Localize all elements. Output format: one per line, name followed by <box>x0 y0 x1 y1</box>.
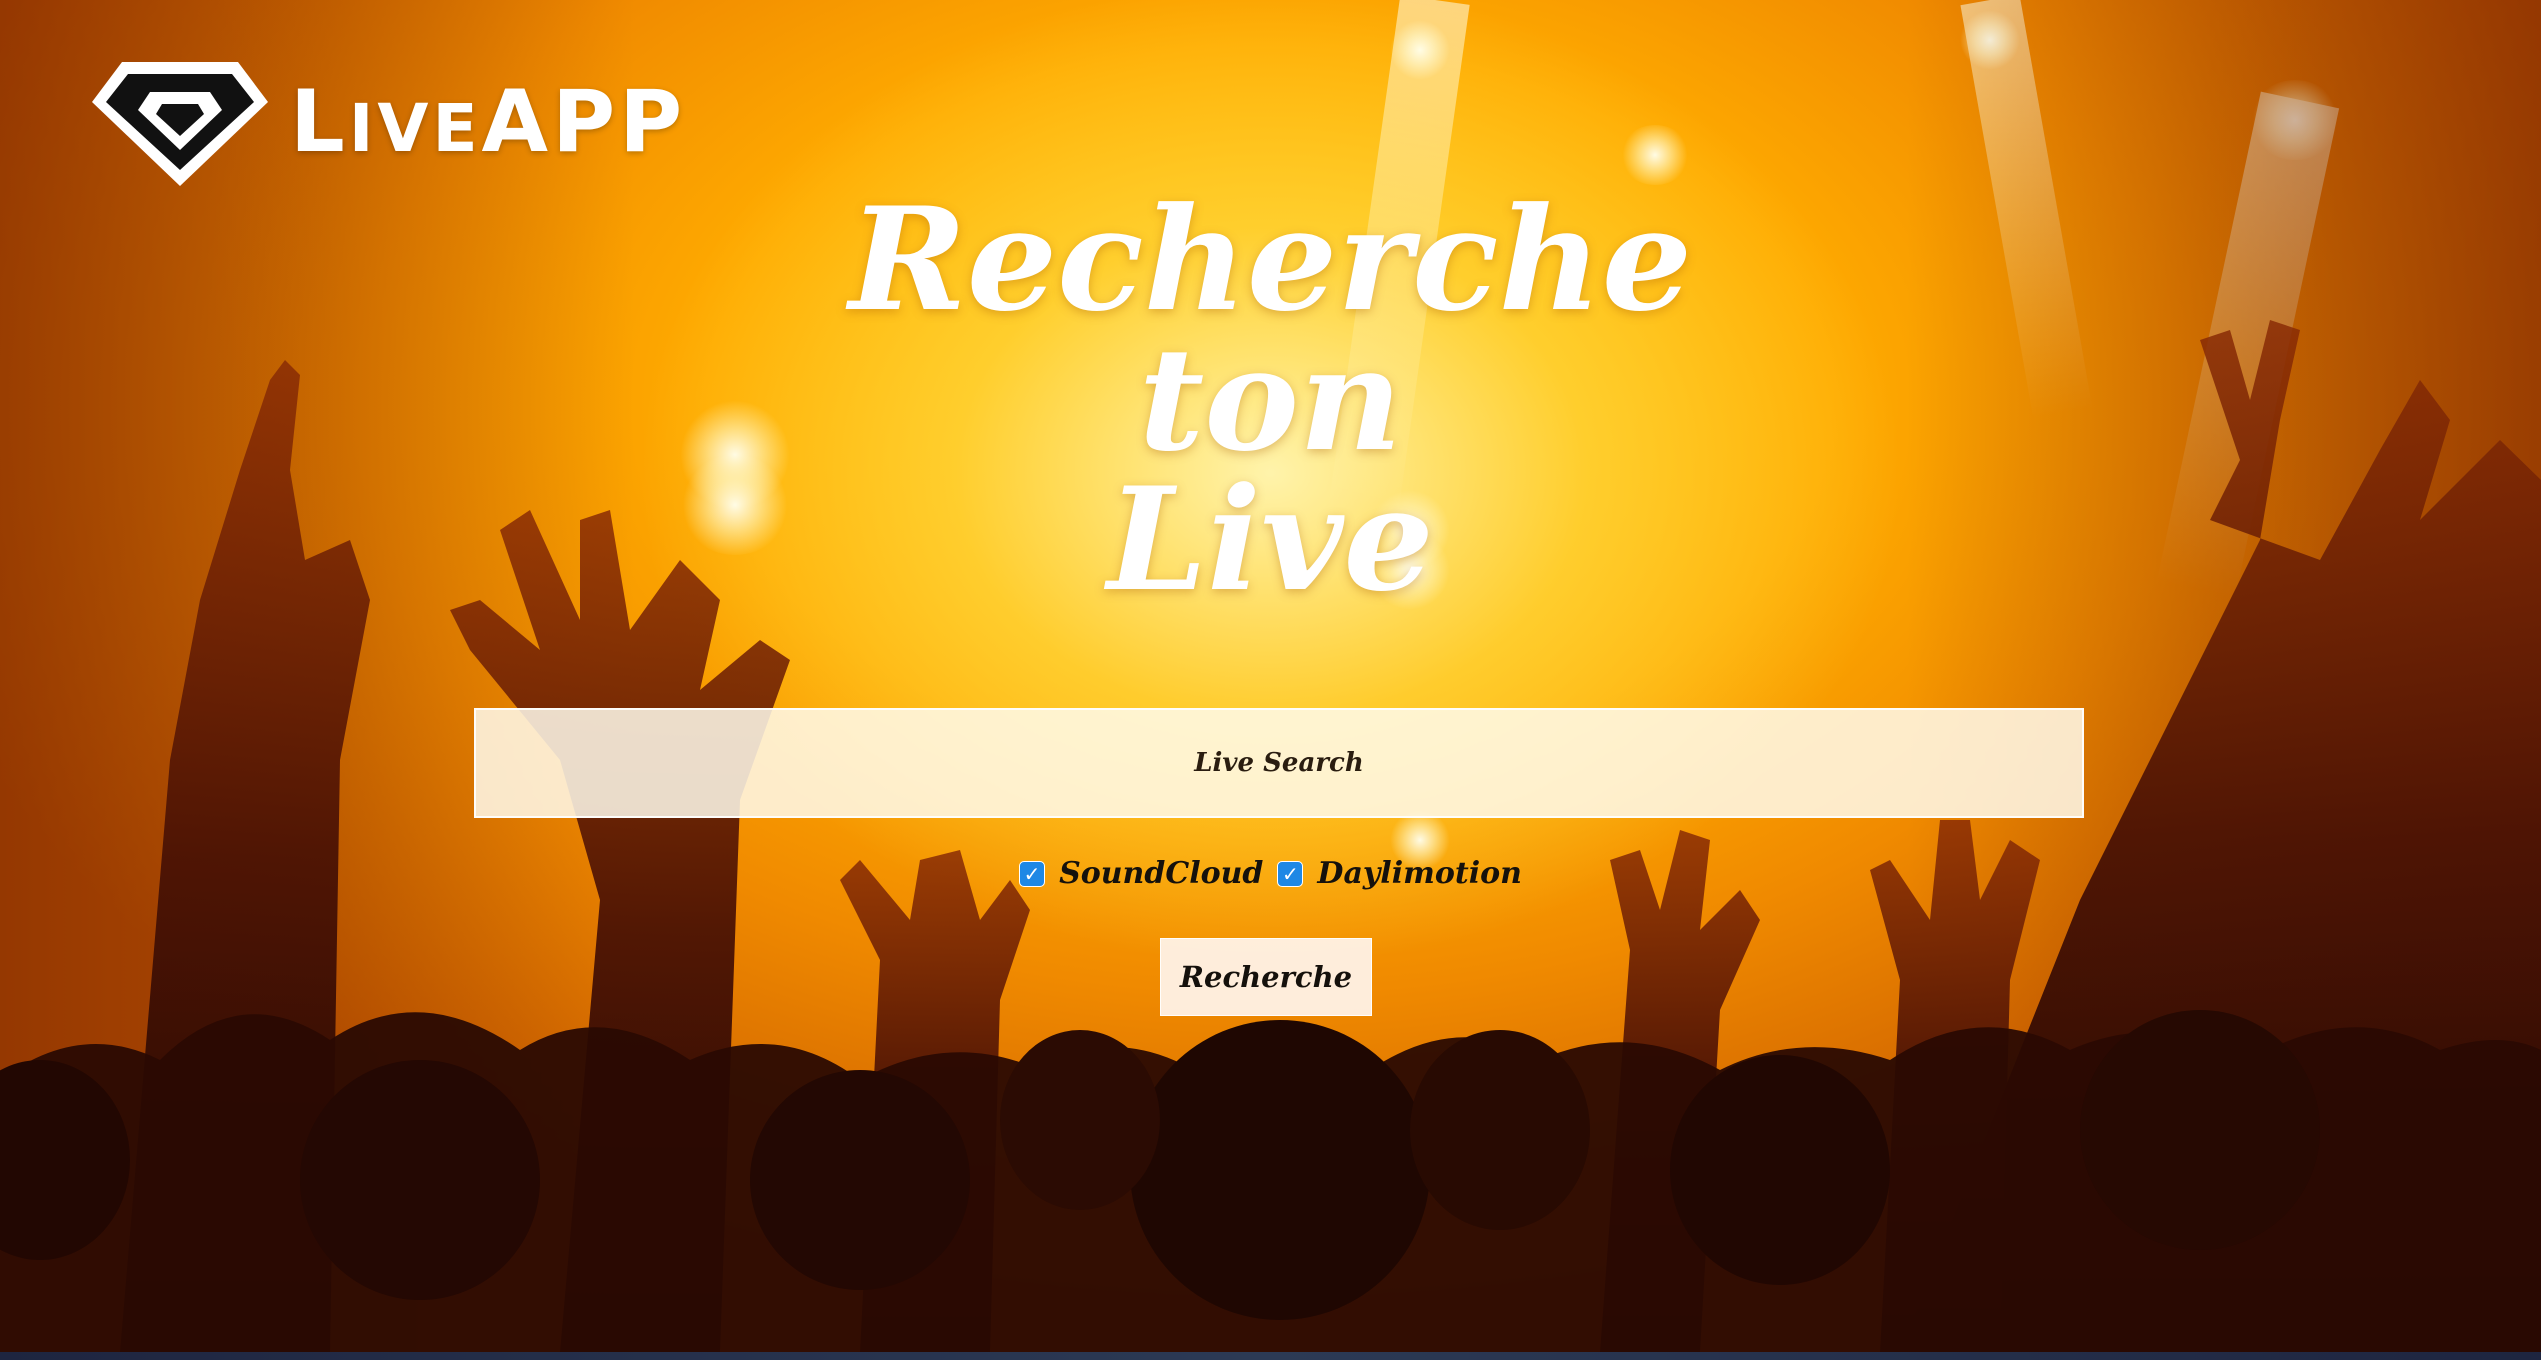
diamond-logo-icon <box>92 62 268 186</box>
dailymotion-label: Daylimotion <box>1317 856 1522 891</box>
source-soundcloud[interactable]: ✓ SoundCloud <box>1019 856 1263 891</box>
dailymotion-checkbox[interactable]: ✓ <box>1277 860 1304 887</box>
app-logo-text: LIVEAPP <box>290 79 686 165</box>
search-submit-button[interactable]: Recherche <box>1160 938 1372 1016</box>
headline-line-1: Recherche <box>848 177 1693 343</box>
bottom-strip <box>0 1352 2541 1360</box>
app-logo[interactable]: LIVEAPP <box>92 58 686 186</box>
headline-line-3: Live <box>1107 457 1434 623</box>
search-field-container <box>474 708 2084 818</box>
live-search-input[interactable] <box>476 710 2082 816</box>
source-dailymotion[interactable]: ✓ Daylimotion <box>1277 856 1522 891</box>
soundcloud-label: SoundCloud <box>1059 856 1264 891</box>
headline-line-2: ton <box>1138 317 1403 483</box>
logo-letters-ive: IVE <box>348 90 482 167</box>
source-filters: ✓ SoundCloud ✓ Daylimotion <box>0 856 2541 891</box>
hero-headline: Recherche ton Live <box>0 177 2541 623</box>
soundcloud-checkbox[interactable]: ✓ <box>1019 860 1046 887</box>
logo-letters-app: APP <box>481 72 687 172</box>
logo-letter-l: L <box>290 72 349 172</box>
